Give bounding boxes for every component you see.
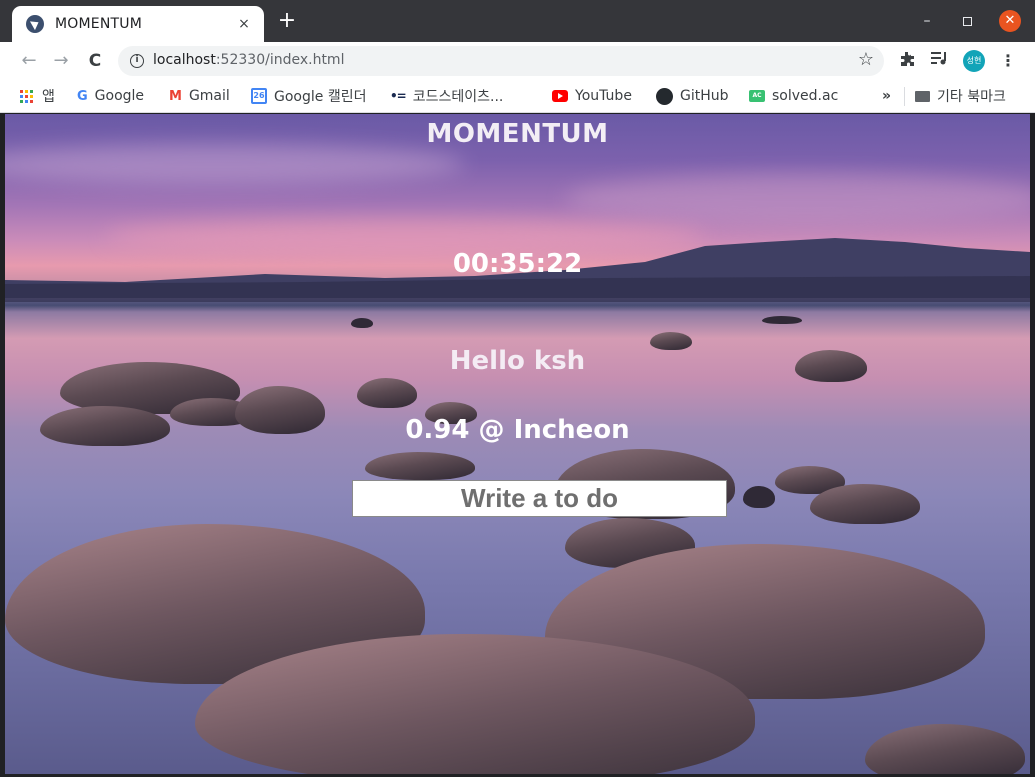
tab-close-icon[interactable]: × (235, 15, 253, 33)
weather-text: 0.94 @ Incheon (405, 415, 630, 445)
tab-title: MOMENTUM (55, 16, 142, 32)
bookmark-github[interactable]: GitHub (656, 86, 729, 106)
window-maximize-button[interactable] (954, 8, 980, 34)
rock (365, 452, 475, 480)
media-queue-icon[interactable] (930, 51, 950, 71)
rock (762, 316, 802, 324)
greeting-text: Hello ksh (449, 346, 586, 376)
momentum-favicon-icon (26, 15, 44, 33)
bookmark-google[interactable]: G Google (77, 86, 144, 106)
bookmark-label: YouTube (575, 88, 632, 104)
bookmark-gmail[interactable]: M Gmail (169, 86, 230, 106)
bookmark-label: 기타 북마크 (937, 89, 1006, 105)
bookmark-codestates[interactable]: •= 코드스테이츠... (390, 86, 503, 106)
browser-toolbar: ← → C i localhost:52330/index.html ☆ 성현 … (0, 42, 1035, 80)
site-info-icon[interactable]: i (130, 54, 144, 68)
forward-button[interactable]: → (49, 49, 73, 73)
url-host: localhost (153, 52, 216, 68)
browser-tab[interactable]: MOMENTUM × (12, 6, 264, 42)
rock (865, 724, 1025, 774)
reload-button[interactable]: C (83, 49, 107, 73)
bookmarks-bar: 앱 G Google M Gmail 26 Google 캘린더 •= 코드스테… (0, 80, 1035, 113)
bookmark-label: Gmail (188, 88, 230, 104)
calendar-icon: 26 (251, 88, 267, 104)
window-minimize-button[interactable]: – (914, 8, 940, 34)
bookmark-other-folder[interactable]: 기타 북마크 (915, 86, 1006, 106)
profile-avatar[interactable]: 성현 (963, 50, 985, 72)
back-button[interactable]: ← (17, 49, 41, 73)
window-close-button[interactable]: ✕ (999, 10, 1021, 32)
maximize-icon (962, 17, 972, 26)
bookmark-label: 앱 (42, 89, 55, 105)
bookmarks-overflow-chevron-icon[interactable]: » (882, 86, 891, 106)
clock-display: 00:35:22 (452, 249, 583, 279)
background-cloud (5, 144, 465, 184)
page-viewport: MOMENTUM 00:35:22 Hello ksh 0.94 @ Inche… (5, 114, 1030, 774)
browser-titlebar: MOMENTUM × + – ✕ (0, 0, 1035, 42)
rock (810, 484, 920, 524)
gmail-icon: M (169, 88, 182, 104)
bookmark-star-icon[interactable]: ☆ (858, 49, 874, 70)
new-tab-button[interactable]: + (276, 10, 298, 32)
github-icon (656, 87, 673, 105)
bookmark-label: 코드스테이츠... (412, 89, 504, 105)
codestates-icon: •= (390, 89, 407, 103)
todo-input[interactable] (352, 480, 727, 517)
rock (357, 378, 417, 408)
bookmark-google-calendar[interactable]: 26 Google 캘린더 (251, 86, 366, 106)
bookmark-label: solved.ac (772, 88, 839, 104)
background-cloud (565, 174, 1030, 224)
google-icon: G (77, 88, 88, 104)
bookmark-apps[interactable]: 앱 (20, 86, 55, 106)
bookmarks-divider (904, 87, 905, 106)
page-title: MOMENTUM (426, 119, 609, 149)
youtube-icon (552, 90, 568, 102)
kebab-menu-icon[interactable]: ⋮ (998, 51, 1018, 71)
solvedac-icon: AC (749, 90, 765, 102)
url-path: :52330/index.html (215, 52, 345, 68)
folder-icon (915, 90, 930, 102)
rock (351, 318, 373, 328)
url-text[interactable]: localhost:52330/index.html (153, 52, 344, 68)
bookmark-solvedac[interactable]: AC solved.ac (749, 86, 838, 106)
apps-grid-icon (20, 89, 33, 103)
bookmark-label: GitHub (680, 88, 729, 104)
bookmark-youtube[interactable]: YouTube (552, 86, 632, 106)
extensions-puzzle-icon[interactable] (897, 51, 917, 71)
address-bar[interactable]: i localhost:52330/index.html ☆ (118, 46, 884, 76)
rock (743, 486, 775, 508)
bookmark-label: Google 캘린더 (274, 89, 367, 105)
bookmark-label: Google (94, 88, 145, 104)
